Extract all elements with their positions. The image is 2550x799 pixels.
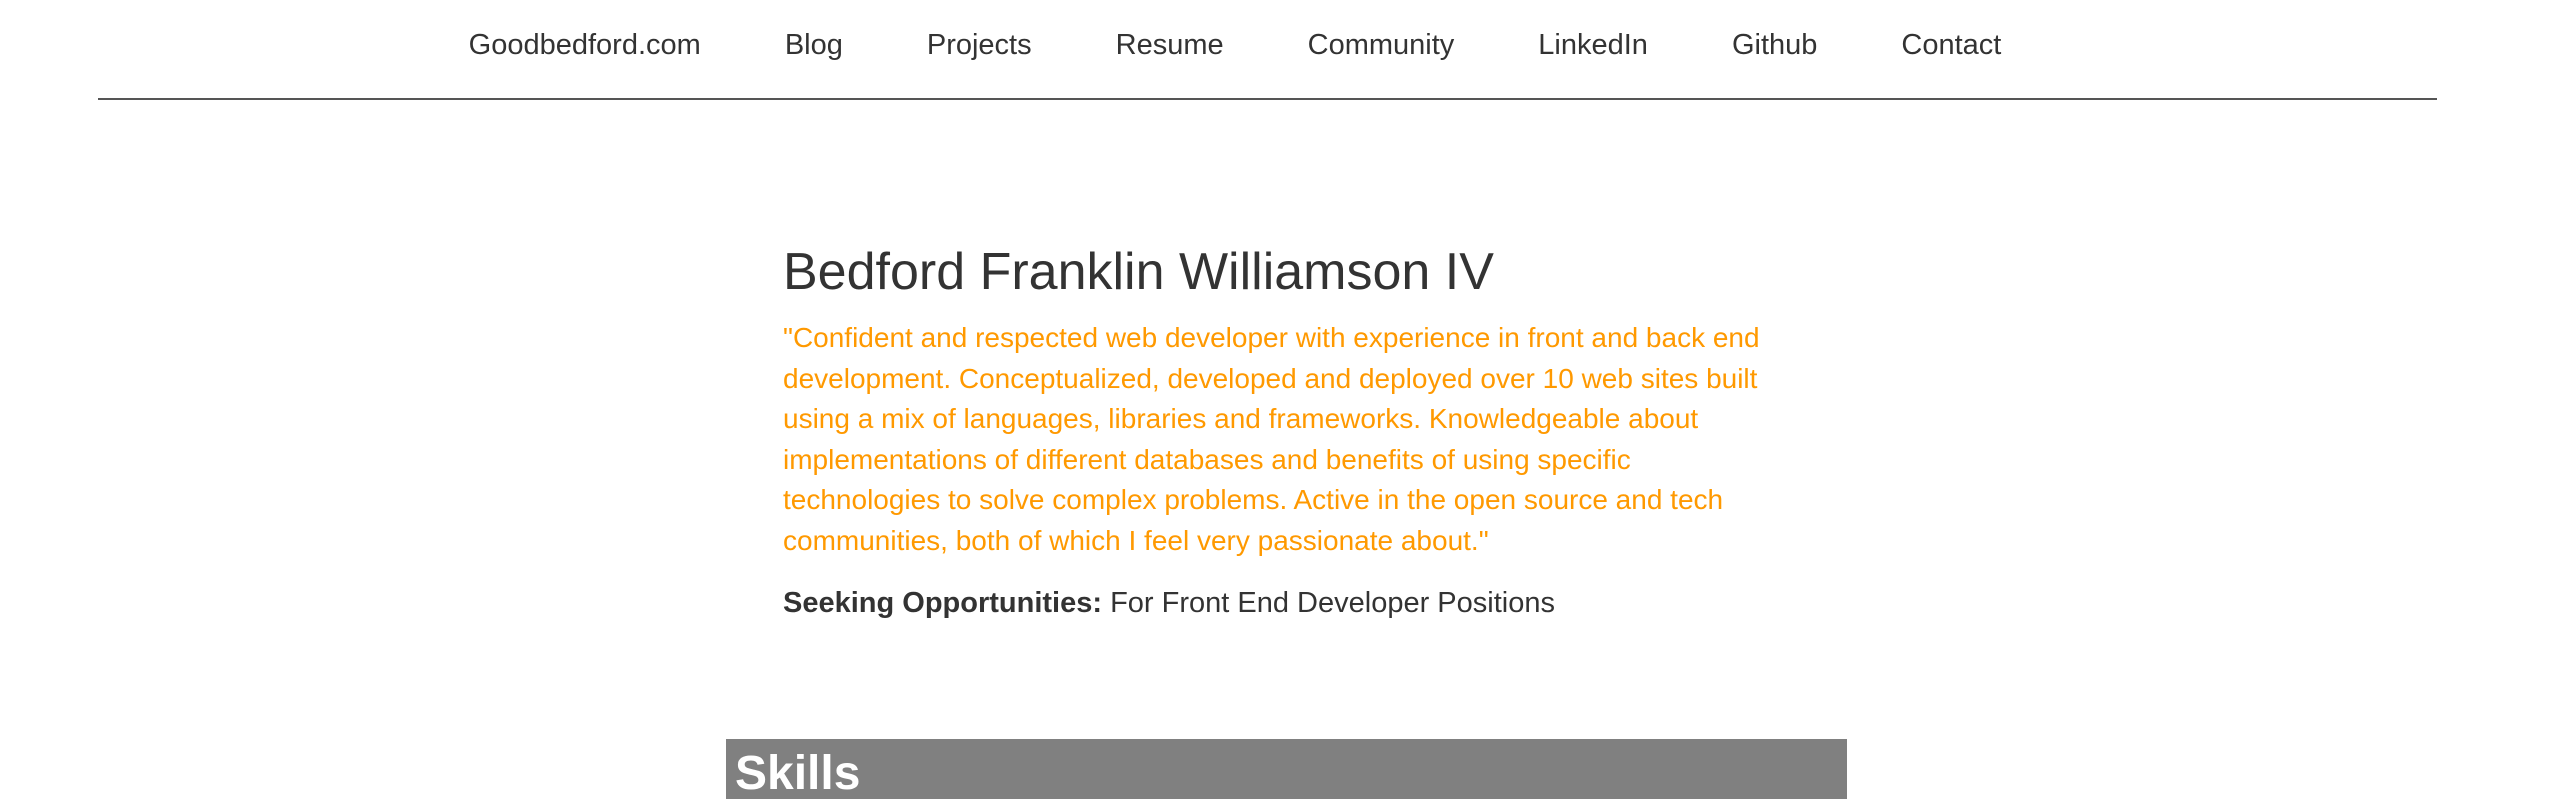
nav-item-home: Goodbedford.com	[469, 29, 701, 62]
profile-name: Bedford Franklin Williamson IV	[783, 243, 1494, 301]
nav-list: Goodbedford.com Blog Projects Resume Com…	[469, 29, 2002, 62]
nav-item-contact: Contact	[1901, 29, 2001, 62]
top-navigation: Goodbedford.com Blog Projects Resume Com…	[0, 0, 2550, 90]
nav-item-github: Github	[1732, 29, 1817, 62]
nav-link-community[interactable]: Community	[1308, 29, 1455, 61]
seeking-label: Seeking Opportunities:	[783, 587, 1103, 619]
nav-link-blog[interactable]: Blog	[785, 29, 843, 61]
nav-link-linkedin[interactable]: LinkedIn	[1538, 29, 1648, 61]
nav-link-contact[interactable]: Contact	[1901, 29, 2001, 61]
nav-link-home[interactable]: Goodbedford.com	[469, 29, 701, 61]
nav-link-github[interactable]: Github	[1732, 29, 1817, 61]
nav-item-blog: Blog	[785, 29, 843, 62]
skills-panel: Skills	[726, 739, 1847, 799]
nav-divider	[98, 98, 2437, 100]
seeking-opportunities: Seeking Opportunities: For Front End Dev…	[783, 583, 1823, 623]
nav-item-projects: Projects	[927, 29, 1032, 62]
profile-quote: "Confident and respected web developer w…	[783, 322, 1760, 556]
nav-link-projects[interactable]: Projects	[927, 29, 1032, 61]
nav-item-resume: Resume	[1116, 29, 1224, 62]
nav-item-linkedin: LinkedIn	[1538, 29, 1648, 62]
nav-item-community: Community	[1308, 29, 1455, 62]
nav-link-resume[interactable]: Resume	[1116, 29, 1224, 61]
profile-section: Bedford Franklin Williamson IV "Confiden…	[783, 238, 1823, 623]
skills-heading: Skills	[735, 747, 861, 799]
seeking-value: For Front End Developer Positions	[1110, 587, 1555, 619]
